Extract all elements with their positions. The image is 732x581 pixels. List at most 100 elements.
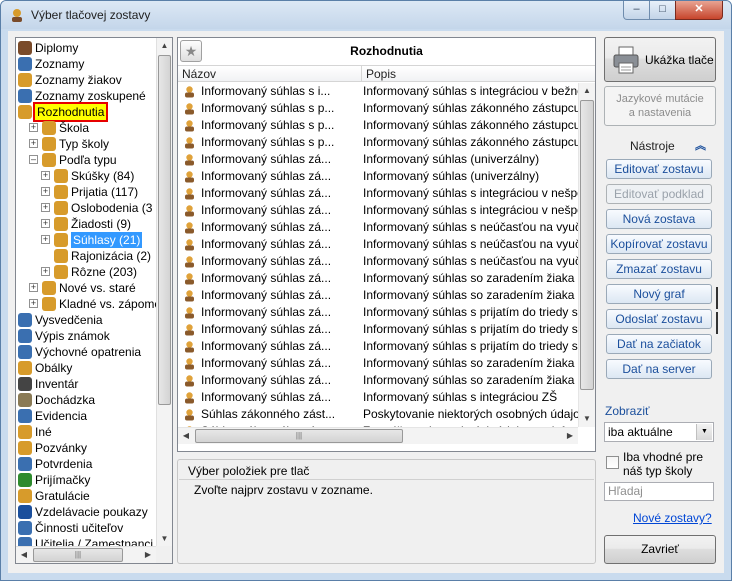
report-name: Informovaný súhlas zá...: [201, 339, 332, 353]
tree-item-label: Výpis známok: [35, 329, 110, 343]
list-item[interactable]: Informovaný súhlas zá... Informovaný súhl…: [178, 355, 578, 372]
scroll-right-arrow[interactable]: ▶: [140, 547, 156, 563]
chevron-down-icon[interactable]: ▼: [696, 424, 712, 440]
attendance-icon: [18, 393, 32, 407]
expand-icon[interactable]: +: [41, 219, 50, 228]
expand-icon[interactable]: +: [29, 299, 38, 308]
report-description: Informovaný súhlas so zaradením žiaka: [363, 356, 575, 370]
list-item[interactable]: Informovaný súhlas zá... Informovaný súhl…: [178, 219, 578, 236]
expand-icon[interactable]: +: [41, 203, 50, 212]
list-item[interactable]: Informovaný súhlas zá... Informovaný súhl…: [178, 253, 578, 270]
scroll-up-arrow[interactable]: ▲: [579, 83, 595, 99]
list-item[interactable]: Informovaný súhlas s p... Informovaný súh…: [178, 134, 578, 151]
list-horizontal-scrollbar[interactable]: ◀ ||| ▶: [178, 427, 578, 444]
expand-icon[interactable]: +: [41, 187, 50, 196]
list-item[interactable]: Informovaný súhlas zá... Informovaný súhl…: [178, 338, 578, 355]
scroll-thumb[interactable]: [158, 55, 171, 405]
expand-icon[interactable]: +: [29, 139, 38, 148]
scroll-up-arrow[interactable]: ▲: [157, 38, 172, 54]
list-item[interactable]: Informovaný súhlas zá... Informovaný súhl…: [178, 236, 578, 253]
list-item[interactable]: Informovaný súhlas zá... Informovaný súhl…: [178, 270, 578, 287]
report-icon: [183, 340, 196, 353]
column-separator[interactable]: [361, 66, 362, 81]
school-type-checkbox[interactable]: [606, 456, 619, 469]
list-item[interactable]: Informovaný súhlas zá... Informovaný súhl…: [178, 185, 578, 202]
expand-icon[interactable]: +: [41, 267, 50, 276]
list-item[interactable]: Informovaný súhlas zá... Informovaný súhl…: [178, 372, 578, 389]
scroll-left-arrow[interactable]: ◀: [178, 428, 194, 444]
scroll-right-arrow[interactable]: ▶: [562, 428, 578, 444]
list-vertical-scrollbar[interactable]: ▲ ▼: [578, 83, 595, 427]
tree-horizontal-scrollbar[interactable]: ◀ ||| ▶: [16, 546, 156, 563]
scroll-left-arrow[interactable]: ◀: [16, 547, 32, 563]
scroll-down-arrow[interactable]: ▼: [579, 411, 595, 427]
tool-button[interactable]: Nový graf: [606, 284, 712, 304]
marker: [716, 287, 718, 309]
show-filter-label: Zobraziť: [605, 404, 650, 418]
scroll-thumb[interactable]: |||: [195, 429, 403, 443]
new-reports-link[interactable]: Nové zostavy?: [633, 511, 712, 525]
scroll-down-arrow[interactable]: ▼: [157, 531, 172, 547]
list-item[interactable]: Informovaný súhlas s i... Informovaný súh…: [178, 83, 578, 100]
report-name: Informovaný súhlas s p...: [201, 135, 335, 149]
tree-item-label: Zoznamy žiakov: [35, 73, 122, 87]
report-name: Informovaný súhlas zá...: [201, 373, 332, 387]
collapse-icon[interactable]: –: [29, 155, 38, 164]
tool-button[interactable]: Kopírovať zostavu: [606, 234, 712, 254]
scroll-thumb[interactable]: |||: [33, 548, 123, 562]
report-description: Informovaný súhlas zákonného zástupcu: [363, 118, 578, 132]
list-item[interactable]: Informovaný súhlas zá... Informovaný súhl…: [178, 389, 578, 406]
list-item[interactable]: Informovaný súhlas s p... Informovaný súh…: [178, 117, 578, 134]
expand-icon[interactable]: +: [41, 171, 50, 180]
maximize-button[interactable]: □: [649, 1, 676, 20]
tool-button[interactable]: Editovať podklad: [606, 184, 712, 204]
report-icon: [183, 374, 196, 387]
close-button[interactable]: Zavrieť: [604, 535, 716, 564]
tool-button[interactable]: Nová zostava: [606, 209, 712, 229]
minimize-button[interactable]: –: [623, 1, 650, 20]
report-description: Informovaný súhlas zákonného zástupcu: [363, 101, 578, 115]
language-settings-button[interactable]: Jazykové mutácie a nastavenia: [604, 86, 716, 126]
show-filter-value: iba aktuálne: [608, 425, 673, 439]
congrats-icon: [18, 489, 32, 503]
list-item[interactable]: Informovaný súhlas s p... Informovaný súh…: [178, 100, 578, 117]
tool-button[interactable]: Dať na server: [606, 359, 712, 379]
tree-vertical-scrollbar[interactable]: ▲ ▼: [156, 38, 172, 547]
list-item[interactable]: Informovaný súhlas zá... Informovaný súhl…: [178, 287, 578, 304]
report-icon: [183, 238, 196, 251]
expand-icon[interactable]: +: [29, 283, 38, 292]
list-item[interactable]: Súhlas zákonného zást... Poskytovanie nie…: [178, 406, 578, 423]
folder-icon: [54, 217, 68, 231]
expand-icon[interactable]: +: [41, 235, 50, 244]
list-item[interactable]: Informovaný súhlas zá... Informovaný súhl…: [178, 202, 578, 219]
print-preview-label: Ukážka tlače: [645, 53, 714, 67]
column-header-description[interactable]: Popis: [366, 67, 396, 81]
tool-button[interactable]: Editovať zostavu: [606, 159, 712, 179]
list-item[interactable]: Informovaný súhlas zá... Informovaný súhl…: [178, 321, 578, 338]
column-header-name[interactable]: Názov: [182, 67, 216, 81]
list-item[interactable]: Informovaný súhlas zá... Informovaný súhl…: [178, 304, 578, 321]
tree-item-label: Nové vs. staré: [59, 281, 136, 295]
folder-icon: [42, 297, 56, 311]
tool-button[interactable]: Dať na začiatok: [606, 334, 712, 354]
certificate-icon: [18, 313, 32, 327]
collapse-chevron-icon[interactable]: ︽: [695, 137, 706, 153]
list-item[interactable]: Informovaný súhlas zá... Informovaný súhl…: [178, 151, 578, 168]
favorite-star-icon[interactable]: ★: [180, 40, 202, 62]
search-input[interactable]: Hľadaj: [604, 482, 714, 501]
scroll-thumb[interactable]: [580, 100, 594, 390]
report-name: Súhlas zákonného zást...: [201, 407, 336, 421]
report-list[interactable]: Informovaný súhlas s i... Informovaný súh…: [178, 83, 578, 427]
category-tree[interactable]: Diplomy Zoznamy Zoznamy žiakov Zoznamy zosk…: [15, 37, 173, 564]
school-type-checkbox-label[interactable]: Iba vhodné pre náš typ školy: [623, 450, 718, 478]
document-icon: [54, 249, 68, 263]
show-filter-select[interactable]: iba aktuálne ▼: [604, 422, 714, 442]
report-icon: [183, 255, 196, 268]
tool-button[interactable]: Zmazať zostavu: [606, 259, 712, 279]
list-item[interactable]: Informovaný súhlas zá... Informovaný súhl…: [178, 168, 578, 185]
expand-icon[interactable]: +: [29, 123, 38, 132]
print-preview-button[interactable]: Ukážka tlače: [604, 37, 716, 82]
close-window-button[interactable]: ✕: [675, 1, 723, 20]
tool-button[interactable]: Odoslať zostavu: [606, 309, 712, 329]
folder-icon: [54, 169, 68, 183]
